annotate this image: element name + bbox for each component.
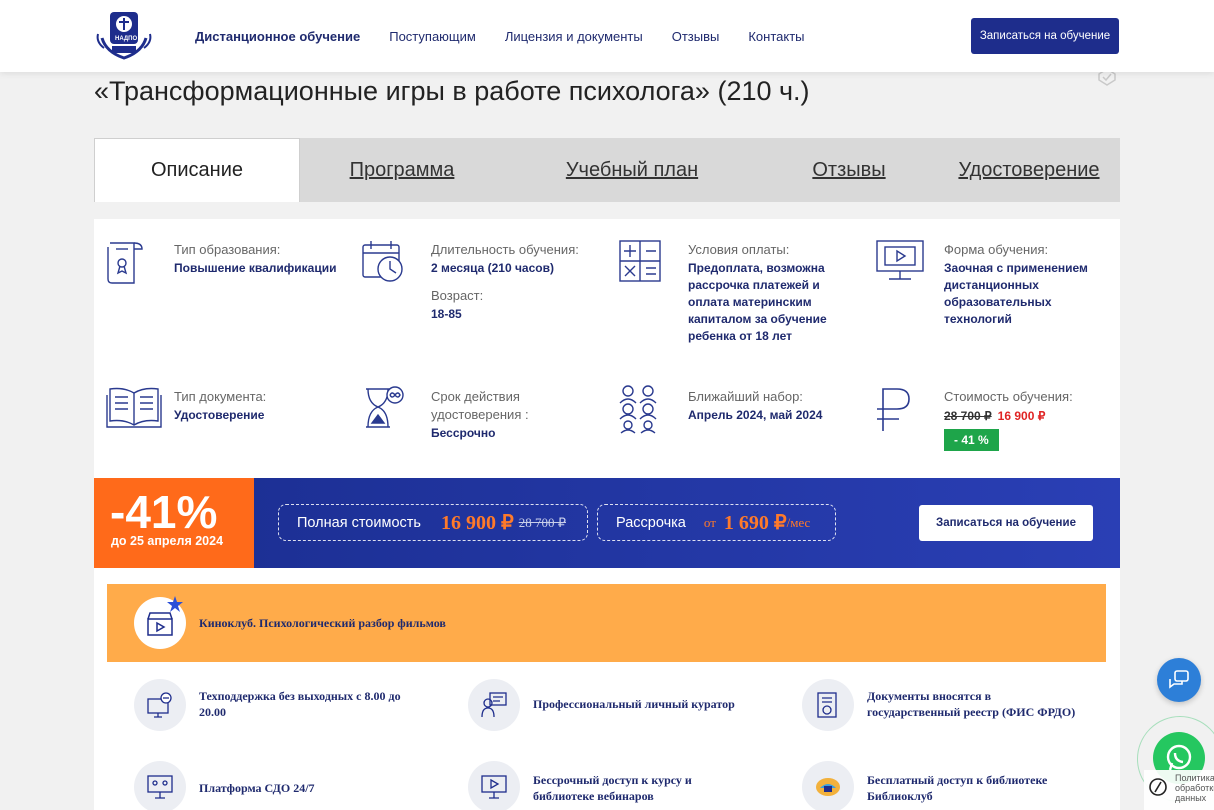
info-label: Форма обучения: (944, 242, 1049, 257)
enroll-button-header[interactable]: Записаться на обучение (971, 18, 1119, 54)
tab-reviews[interactable]: Отзывы (760, 138, 938, 202)
privacy-text: Политика обработки данных (1175, 773, 1214, 803)
feature-item: Бессрочный доступ к курсу и библиотеке в… (441, 748, 771, 810)
site-logo[interactable]: НАДПО (92, 8, 156, 62)
tab-program[interactable]: Программа (300, 138, 504, 202)
info-label: Тип образования: (174, 242, 281, 257)
old-price: 28 700 ₽ (944, 409, 992, 423)
installment-box: Рассрочка от 1 690 ₽/мес (597, 504, 836, 541)
nav-contacts[interactable]: Контакты (748, 29, 804, 44)
library-icon (802, 761, 854, 810)
info-doc-type: Тип документа: Удостоверение (174, 388, 349, 424)
info-value: 2 месяца (210 часов) (431, 261, 554, 275)
info-label: Длительность обучения: (431, 242, 579, 257)
tab-certificate[interactable]: Удостоверение (938, 138, 1120, 202)
info-value: Предоплата, возможна рассрочка платежей … (688, 261, 827, 343)
ruble-icon (875, 385, 919, 433)
info-cost: Стоимость обучения: 28 700 ₽ 16 900 ₽ - 4… (944, 388, 1104, 451)
discount-arrow-shape (224, 478, 254, 568)
info-age-label: Возраст: (431, 288, 484, 303)
open-book-icon (106, 385, 162, 433)
chat-icon (1169, 670, 1189, 689)
full-price-box: Полная стоимость 16 900 ₽ 28 700 ₽ (278, 504, 588, 541)
privacy-icon (1149, 778, 1167, 796)
monitor-play-icon (875, 239, 924, 287)
feature-text: Документы вносятся в государственный рее… (867, 689, 1076, 719)
feature-highlight: Киноклуб. Психологический разбор фильмов (107, 584, 1106, 662)
full-price-new: 16 900 ₽ (440, 512, 514, 534)
info-payment: Условия оплаты: Предоплата, возможна рас… (688, 241, 848, 345)
course-info-panel: Тип образования: Повышение квалификации … (94, 219, 1120, 479)
info-duration: Длительность обучения: 2 месяца (210 час… (431, 241, 606, 323)
support-chat-icon (134, 679, 186, 731)
chat-widget-button[interactable] (1157, 658, 1201, 702)
curator-icon (468, 679, 520, 731)
group-icon (618, 385, 662, 434)
installment-value: 1 690 ₽ (723, 512, 787, 534)
feature-text: Бесплатный доступ к библиотеке Библиоклу… (867, 773, 1048, 803)
nav-distance-learning[interactable]: Дистанционное обучение (195, 29, 360, 44)
course-tabs: Описание Программа Учебный план Отзывы У… (94, 138, 1120, 202)
site-header: НАДПО Дистанционное обучение Поступающим… (0, 0, 1214, 72)
hourglass-infinity-icon (360, 385, 404, 433)
tab-curriculum[interactable]: Учебный план (504, 138, 760, 202)
discount-percent: -41% (110, 486, 218, 538)
info-label: Тип документа: (174, 389, 267, 404)
enroll-button-banner[interactable]: Записаться на обучение (919, 505, 1093, 541)
diploma-icon (106, 239, 150, 287)
info-enrollment: Ближайший набор: Апрель 2024, май 2024 (688, 388, 848, 424)
feature-highlight-text: Киноклуб. Психологический разбор фильмов (199, 616, 446, 630)
info-label: Стоимость обучения: (944, 389, 1073, 404)
tab-description[interactable]: Описание (94, 138, 300, 202)
feature-item: Бесплатный доступ к библиотеке Библиоклу… (775, 748, 1106, 810)
info-value: Заочная с применением дистанционных обра… (944, 261, 1088, 326)
installment-from: от (703, 514, 716, 530)
info-education-type: Тип образования: Повышение квалификации (174, 241, 349, 277)
info-value: Повышение квалификации (174, 261, 337, 275)
feature-text: Бессрочный доступ к курсу и библиотеке в… (533, 773, 692, 803)
info-age-value: 18-85 (431, 307, 462, 321)
full-price-label: Полная стоимость (297, 514, 421, 531)
installment-unit: /мес (786, 514, 811, 530)
promo-banner: -41% до 25 апреля 2024 Полная стоимость … (94, 478, 1120, 568)
info-form: Форма обучения: Заочная с применением ди… (944, 241, 1104, 328)
privacy-policy-link[interactable]: Политика обработки данных (1144, 770, 1214, 810)
feature-item: Профессиональный личный куратор (441, 666, 771, 744)
installment-label: Рассрочка (616, 514, 686, 531)
calculator-icon (618, 239, 662, 287)
feature-item: Документы вносятся в государственный рее… (775, 666, 1106, 744)
document-icon (802, 679, 854, 731)
nav-applicants[interactable]: Поступающим (389, 29, 476, 44)
info-value: Апрель 2024, май 2024 (688, 408, 823, 422)
calendar-clock-icon (360, 239, 404, 287)
page-title: «Трансформационные игры в работе психоло… (94, 76, 810, 106)
discount-badge: - 41 % (944, 429, 999, 451)
logo-text: НАДПО (115, 36, 138, 42)
new-price: 16 900 ₽ (997, 409, 1046, 423)
features-panel: Киноклуб. Психологический разбор фильмов… (94, 568, 1120, 810)
info-label: Срок действия удостоверения : (431, 389, 529, 422)
feature-text: Платформа СДО 24/7 (199, 781, 315, 795)
info-validity: Срок действия удостоверения : Бессрочно (431, 388, 591, 442)
platform-icon (134, 761, 186, 810)
info-label: Ближайший набор: (688, 389, 803, 404)
video-library-icon (468, 761, 520, 810)
feature-item: Платформа СДО 24/7 (107, 748, 437, 810)
feature-text: Техподдержка без выходных с 8.00 до 20.0… (199, 689, 401, 719)
whatsapp-icon (1166, 744, 1192, 771)
discount-deadline: до 25 апреля 2024 (111, 534, 224, 548)
main-nav: Дистанционное обучение Поступающим Лицен… (195, 0, 834, 72)
feature-text: Профессиональный личный куратор (533, 697, 735, 711)
nav-license-docs[interactable]: Лицензия и документы (505, 29, 643, 44)
nav-reviews[interactable]: Отзывы (672, 29, 720, 44)
info-value: Удостоверение (174, 408, 265, 422)
film-clapper-icon (134, 596, 186, 649)
full-price-old: 28 700 ₽ (518, 514, 566, 530)
feature-item: Техподдержка без выходных с 8.00 до 20.0… (107, 666, 437, 744)
info-label: Условия оплаты: (688, 242, 790, 257)
info-value: Бессрочно (431, 426, 496, 440)
